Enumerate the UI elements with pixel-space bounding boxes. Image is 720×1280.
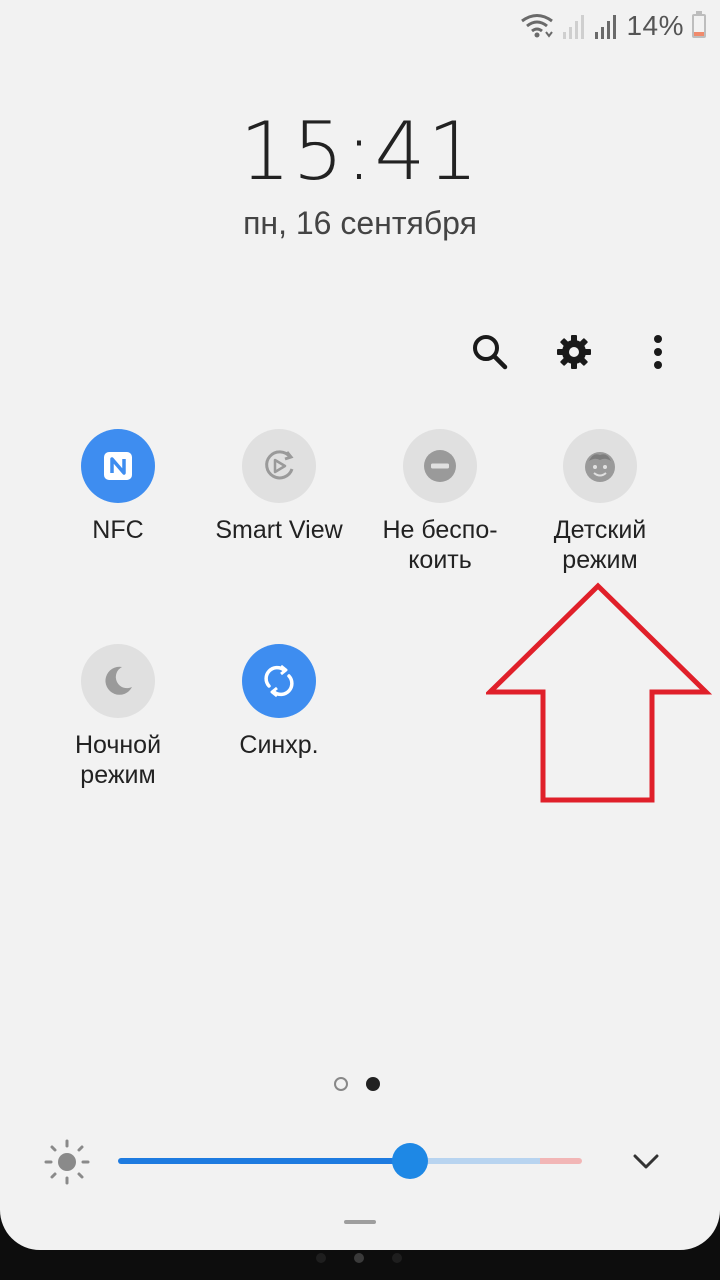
search-button[interactable] — [468, 330, 512, 374]
quick-panel-toolbar — [468, 330, 680, 374]
nav-dot — [354, 1253, 364, 1263]
settings-gear-icon — [557, 335, 591, 369]
nfc-icon — [104, 452, 132, 480]
tile-label: Не беспо- коить — [382, 516, 498, 574]
nav-dot — [316, 1253, 326, 1263]
panel-drag-handle[interactable] — [344, 1220, 376, 1224]
more-vert-icon — [654, 335, 662, 369]
quick-settings-panel: 14% 15:41 пн, 16 сентября NFC Smart View… — [0, 0, 720, 1250]
tile-sync[interactable]: Синхр. — [199, 644, 359, 760]
battery-percent: 14% — [626, 10, 684, 41]
battery-icon — [692, 11, 706, 38]
night-mode-icon — [105, 666, 132, 695]
wifi-icon — [521, 14, 554, 38]
clock-date: пн, 16 сентября — [243, 205, 477, 241]
kids-mode-icon — [585, 452, 615, 482]
tile-night-mode-button[interactable] — [81, 644, 155, 718]
page-dot-active[interactable] — [366, 1077, 380, 1091]
tile-label: Smart View — [215, 516, 343, 544]
tile-nfc-button[interactable] — [81, 429, 155, 503]
sync-icon — [264, 664, 294, 698]
search-icon — [473, 335, 508, 370]
tile-dnd-button[interactable] — [403, 429, 477, 503]
tile-smart-view-button[interactable] — [242, 429, 316, 503]
chevron-down-icon[interactable] — [628, 1145, 664, 1177]
tile-sync-button[interactable] — [242, 644, 316, 718]
tile-label: Синхр. — [239, 731, 319, 759]
settings-button[interactable] — [552, 330, 596, 374]
tile-nfc[interactable]: NFC — [38, 429, 198, 545]
tile-night-mode[interactable]: Ночной режим — [38, 644, 198, 790]
nav-dot — [392, 1253, 402, 1263]
tile-label: Ночной режим — [74, 731, 162, 789]
tile-kids-mode-button[interactable] — [563, 429, 637, 503]
tile-kids-mode[interactable]: Детский режим — [520, 429, 680, 575]
smart-view-icon — [265, 450, 294, 480]
page-dot[interactable] — [334, 1077, 348, 1091]
tile-label: Детский режим — [553, 516, 647, 574]
signal-icon — [595, 15, 617, 39]
signal-icon — [563, 15, 585, 39]
brightness-track-filled[interactable] — [118, 1158, 410, 1164]
do-not-disturb-icon — [424, 450, 456, 482]
navigation-bar — [0, 1250, 720, 1280]
clock-time: 15:41 — [239, 105, 481, 198]
annotation-arrow — [486, 582, 712, 803]
brightness-slider-thumb[interactable] — [392, 1143, 428, 1179]
brightness-control — [0, 1133, 720, 1189]
brightness-track-warning[interactable] — [540, 1158, 582, 1164]
tile-label: NFC — [92, 516, 144, 544]
tile-do-not-disturb[interactable]: Не беспо- коить — [360, 429, 520, 575]
status-bar: 14% — [520, 8, 706, 44]
brightness-icon — [44, 1139, 90, 1185]
more-options-button[interactable] — [636, 330, 680, 374]
brightness-track-empty[interactable] — [410, 1158, 540, 1164]
page-indicator — [334, 1077, 380, 1091]
tile-smart-view[interactable]: Smart View — [199, 429, 359, 545]
